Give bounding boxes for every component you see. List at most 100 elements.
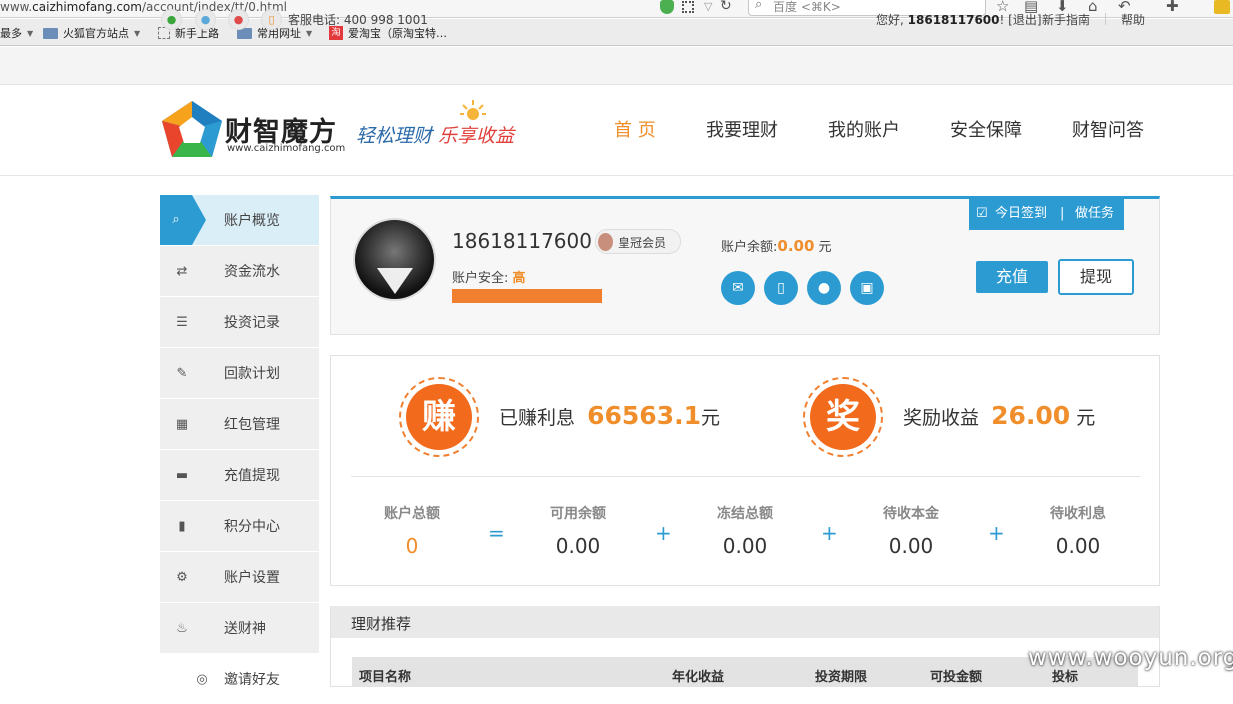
recommendation-title: 理财推荐 <box>351 615 412 633</box>
reward-income: 奖励收益 26.00 元 <box>903 401 1096 430</box>
column-header: 年化收益 <box>672 670 725 685</box>
divider: | <box>1060 206 1065 221</box>
recharge-button[interactable]: 充值 <box>976 261 1048 293</box>
summary-value: 0.00 <box>1055 534 1101 558</box>
search-icon: ⌕ <box>755 0 763 12</box>
summary-label: 可用余额 <box>550 506 606 522</box>
transfer-icon: ⇄ <box>176 263 188 279</box>
sidebar-item-points[interactable]: ▮ 积分中心 <box>160 501 319 551</box>
mobile-icon[interactable]: ▯ <box>764 271 798 305</box>
withdraw-button[interactable]: 提现 <box>1058 259 1134 295</box>
member-badge: 皇冠会员 <box>595 229 681 254</box>
gift-icon: ▦ <box>175 416 189 432</box>
interest-badge-text: 赚 <box>406 384 472 450</box>
column-header: 投资期限 <box>815 670 868 685</box>
sidebar-item-label: 充值提现 <box>224 468 280 484</box>
avatar[interactable] <box>353 218 436 301</box>
addon-icon[interactable]: ✚ <box>1166 0 1179 15</box>
qr-code-icon[interactable] <box>682 1 694 13</box>
nav-faq[interactable]: 财智问答 <box>1072 116 1144 142</box>
slogan-part: 轻松理财 <box>356 125 433 147</box>
sidebar-item-label: 积分中心 <box>224 519 280 535</box>
sidebar-item-deposit-withdraw[interactable]: ▬ 充值提现 <box>160 450 319 500</box>
target-icon: ◎ <box>196 671 208 687</box>
sidebar-item-overview[interactable]: ⌕ 账户概览 <box>160 195 319 245</box>
watermark: www.wooyun.org <box>1028 645 1233 671</box>
chevron-down-icon: ▼ <box>27 28 34 38</box>
bookmark-firefox-sites[interactable]: 火狐官方站点 ▼ <box>43 25 140 41</box>
reward-badge: 奖 <box>803 377 883 457</box>
wechat-icon[interactable]: ● <box>161 9 182 30</box>
sidebar-item-label: 资金流水 <box>224 264 280 280</box>
customer-hotline: 客服电话: 400 998 1001 <box>288 13 428 27</box>
summary-operator: = <box>488 521 505 545</box>
summary-value: 0.00 <box>555 534 601 558</box>
newbie-guide-link[interactable]: 新手指南 <box>1042 11 1090 28</box>
weibo-icon[interactable]: ● <box>228 9 249 30</box>
security-level: 账户安全: 高 <box>452 271 526 286</box>
sidebar-item-red-packets[interactable]: ▦ 红包管理 <box>160 399 319 449</box>
balance-value: 0.00 <box>777 237 815 255</box>
mail-icon[interactable]: ✉ <box>721 271 755 305</box>
interest-badge: 赚 <box>399 377 479 457</box>
daily-signin-button[interactable]: 今日签到 <box>995 198 1047 230</box>
nav-invest[interactable]: 我要理财 <box>706 116 778 142</box>
phone-icon[interactable]: ▯ <box>261 9 282 30</box>
earned-interest-value: 66563.1 <box>587 401 701 430</box>
shield-icon[interactable] <box>660 0 674 14</box>
summary-value: 0.00 <box>888 534 934 558</box>
nav-security[interactable]: 安全保障 <box>950 116 1022 142</box>
sidebar-item-settings[interactable]: ⚙ 账户设置 <box>160 552 319 602</box>
sidebar-item-invite[interactable]: ◎ 邀请好友 <box>160 654 319 704</box>
account-phone: 18618117600 <box>452 229 592 253</box>
site-top-bar <box>0 47 1233 85</box>
earned-interest: 已赚利息 66563.1元 <box>499 401 720 430</box>
username: 18618117600 <box>907 13 1000 27</box>
sidebar-item-label: 送财神 <box>224 621 266 637</box>
card-icon: ▬ <box>175 467 189 483</box>
sidebar-item-fund-flow[interactable]: ⇄ 资金流水 <box>160 246 319 296</box>
do-task-button[interactable]: 做任务 <box>1075 198 1114 230</box>
sidebar-item-caishen[interactable]: ♨ 送财神 <box>160 603 319 653</box>
sidebar-item-repayment[interactable]: ✎ 回款计划 <box>160 348 319 398</box>
reward-badge-text: 奖 <box>810 384 876 450</box>
summary-value: 0.00 <box>722 534 768 558</box>
account-balance: 账户余额:0.00 元 <box>721 237 832 255</box>
qq-icon[interactable]: ● <box>195 9 216 30</box>
summary-label: 待收利息 <box>1050 506 1106 522</box>
nav-my-account[interactable]: 我的账户 <box>828 116 900 142</box>
checkin-icon: ☑ <box>976 206 988 221</box>
summary-value: 0 <box>405 534 419 558</box>
summary-operator: + <box>988 521 1005 545</box>
chevron-down-icon[interactable]: ▽ <box>704 0 712 13</box>
sidebar-item-label: 邀请好友 <box>224 672 280 688</box>
bookmark-label: 火狐官方站点 <box>63 27 129 40</box>
lock-icon[interactable]: ▣ <box>850 271 884 305</box>
edit-icon: ✎ <box>176 365 188 381</box>
favorite-icon[interactable] <box>1214 0 1230 14</box>
slogan-part: 乐享收益 <box>438 125 515 147</box>
fire-icon: ♨ <box>176 620 188 636</box>
security-level-value: 高 <box>512 271 526 286</box>
bookmark-icon: ▮ <box>178 518 186 534</box>
table-header <box>352 657 1138 687</box>
column-header: 可投金额 <box>930 670 983 685</box>
user-icon[interactable]: ● <box>807 271 841 305</box>
sidebar-item-label: 账户概览 <box>224 213 280 229</box>
user-greeting: 您好, 18618117600! [退出] <box>876 13 1042 27</box>
sidebar-item-label: 回款计划 <box>224 366 280 382</box>
divider <box>1105 13 1106 25</box>
member-level: 皇冠会员 <box>618 236 667 250</box>
bookmark-label: 最多 <box>0 27 22 40</box>
bookmark-most[interactable]: 最多 ▼ <box>0 25 33 41</box>
help-link[interactable]: 帮助 <box>1121 11 1145 28</box>
logout-link[interactable]: ! [退出] <box>1000 13 1042 27</box>
reload-icon[interactable]: ↻ <box>720 0 732 14</box>
search-placeholder: 百度 <⌘K> <box>773 0 841 14</box>
logo-icon[interactable] <box>162 101 222 157</box>
brand-url: www.caizhimofang.com <box>227 143 346 154</box>
search-icon: ⌕ <box>160 195 206 245</box>
sun-icon <box>460 100 486 120</box>
nav-home[interactable]: 首 页 <box>614 116 656 142</box>
sidebar-item-investments[interactable]: ☰ 投资记录 <box>160 297 319 347</box>
